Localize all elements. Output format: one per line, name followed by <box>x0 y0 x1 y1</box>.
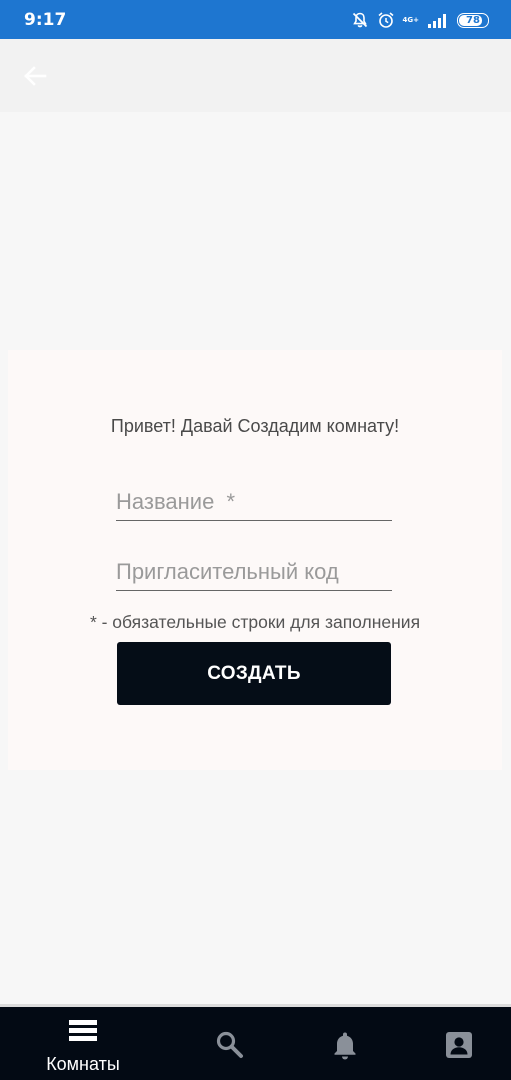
invite-code-input[interactable] <box>116 554 392 591</box>
network-type: 4G+ <box>402 15 419 24</box>
nav-search[interactable] <box>205 1007 255 1080</box>
required-fields-hint: * - обязательные строки для заполнения <box>89 612 421 632</box>
alarm-icon <box>378 12 394 28</box>
notifications-off-icon <box>352 12 367 28</box>
bell-icon <box>334 1032 356 1060</box>
nav-rooms-label: Комнаты <box>46 1054 120 1074</box>
arrow-left-icon <box>24 66 47 86</box>
nav-notifications[interactable] <box>320 1007 370 1080</box>
status-icons: 4G+ 78 <box>351 9 489 31</box>
search-icon <box>216 1031 243 1058</box>
create-room-card: Привет! Давай Создадим комнату! * - обяз… <box>8 350 502 770</box>
battery-level: 78 <box>466 14 480 26</box>
rooms-list-icon <box>69 1020 97 1041</box>
app-bar <box>0 39 511 112</box>
nav-rooms[interactable]: Комнаты <box>30 1007 136 1080</box>
nav-account[interactable] <box>434 1007 484 1080</box>
battery-icon: 78 <box>457 12 489 28</box>
greeting-text: Привет! Давай Создадим комнату! <box>110 416 400 436</box>
back-button[interactable] <box>20 61 50 91</box>
account-box-icon <box>446 1032 472 1058</box>
bottom-navigation: Комнаты <box>0 1007 511 1080</box>
status-bar: 9:17 4G+ 78 <box>0 0 511 39</box>
signal-icon <box>428 14 446 28</box>
create-button[interactable]: СОЗДАТЬ <box>117 642 391 705</box>
status-time: 9:17 <box>24 10 67 30</box>
room-name-input[interactable] <box>116 484 392 521</box>
